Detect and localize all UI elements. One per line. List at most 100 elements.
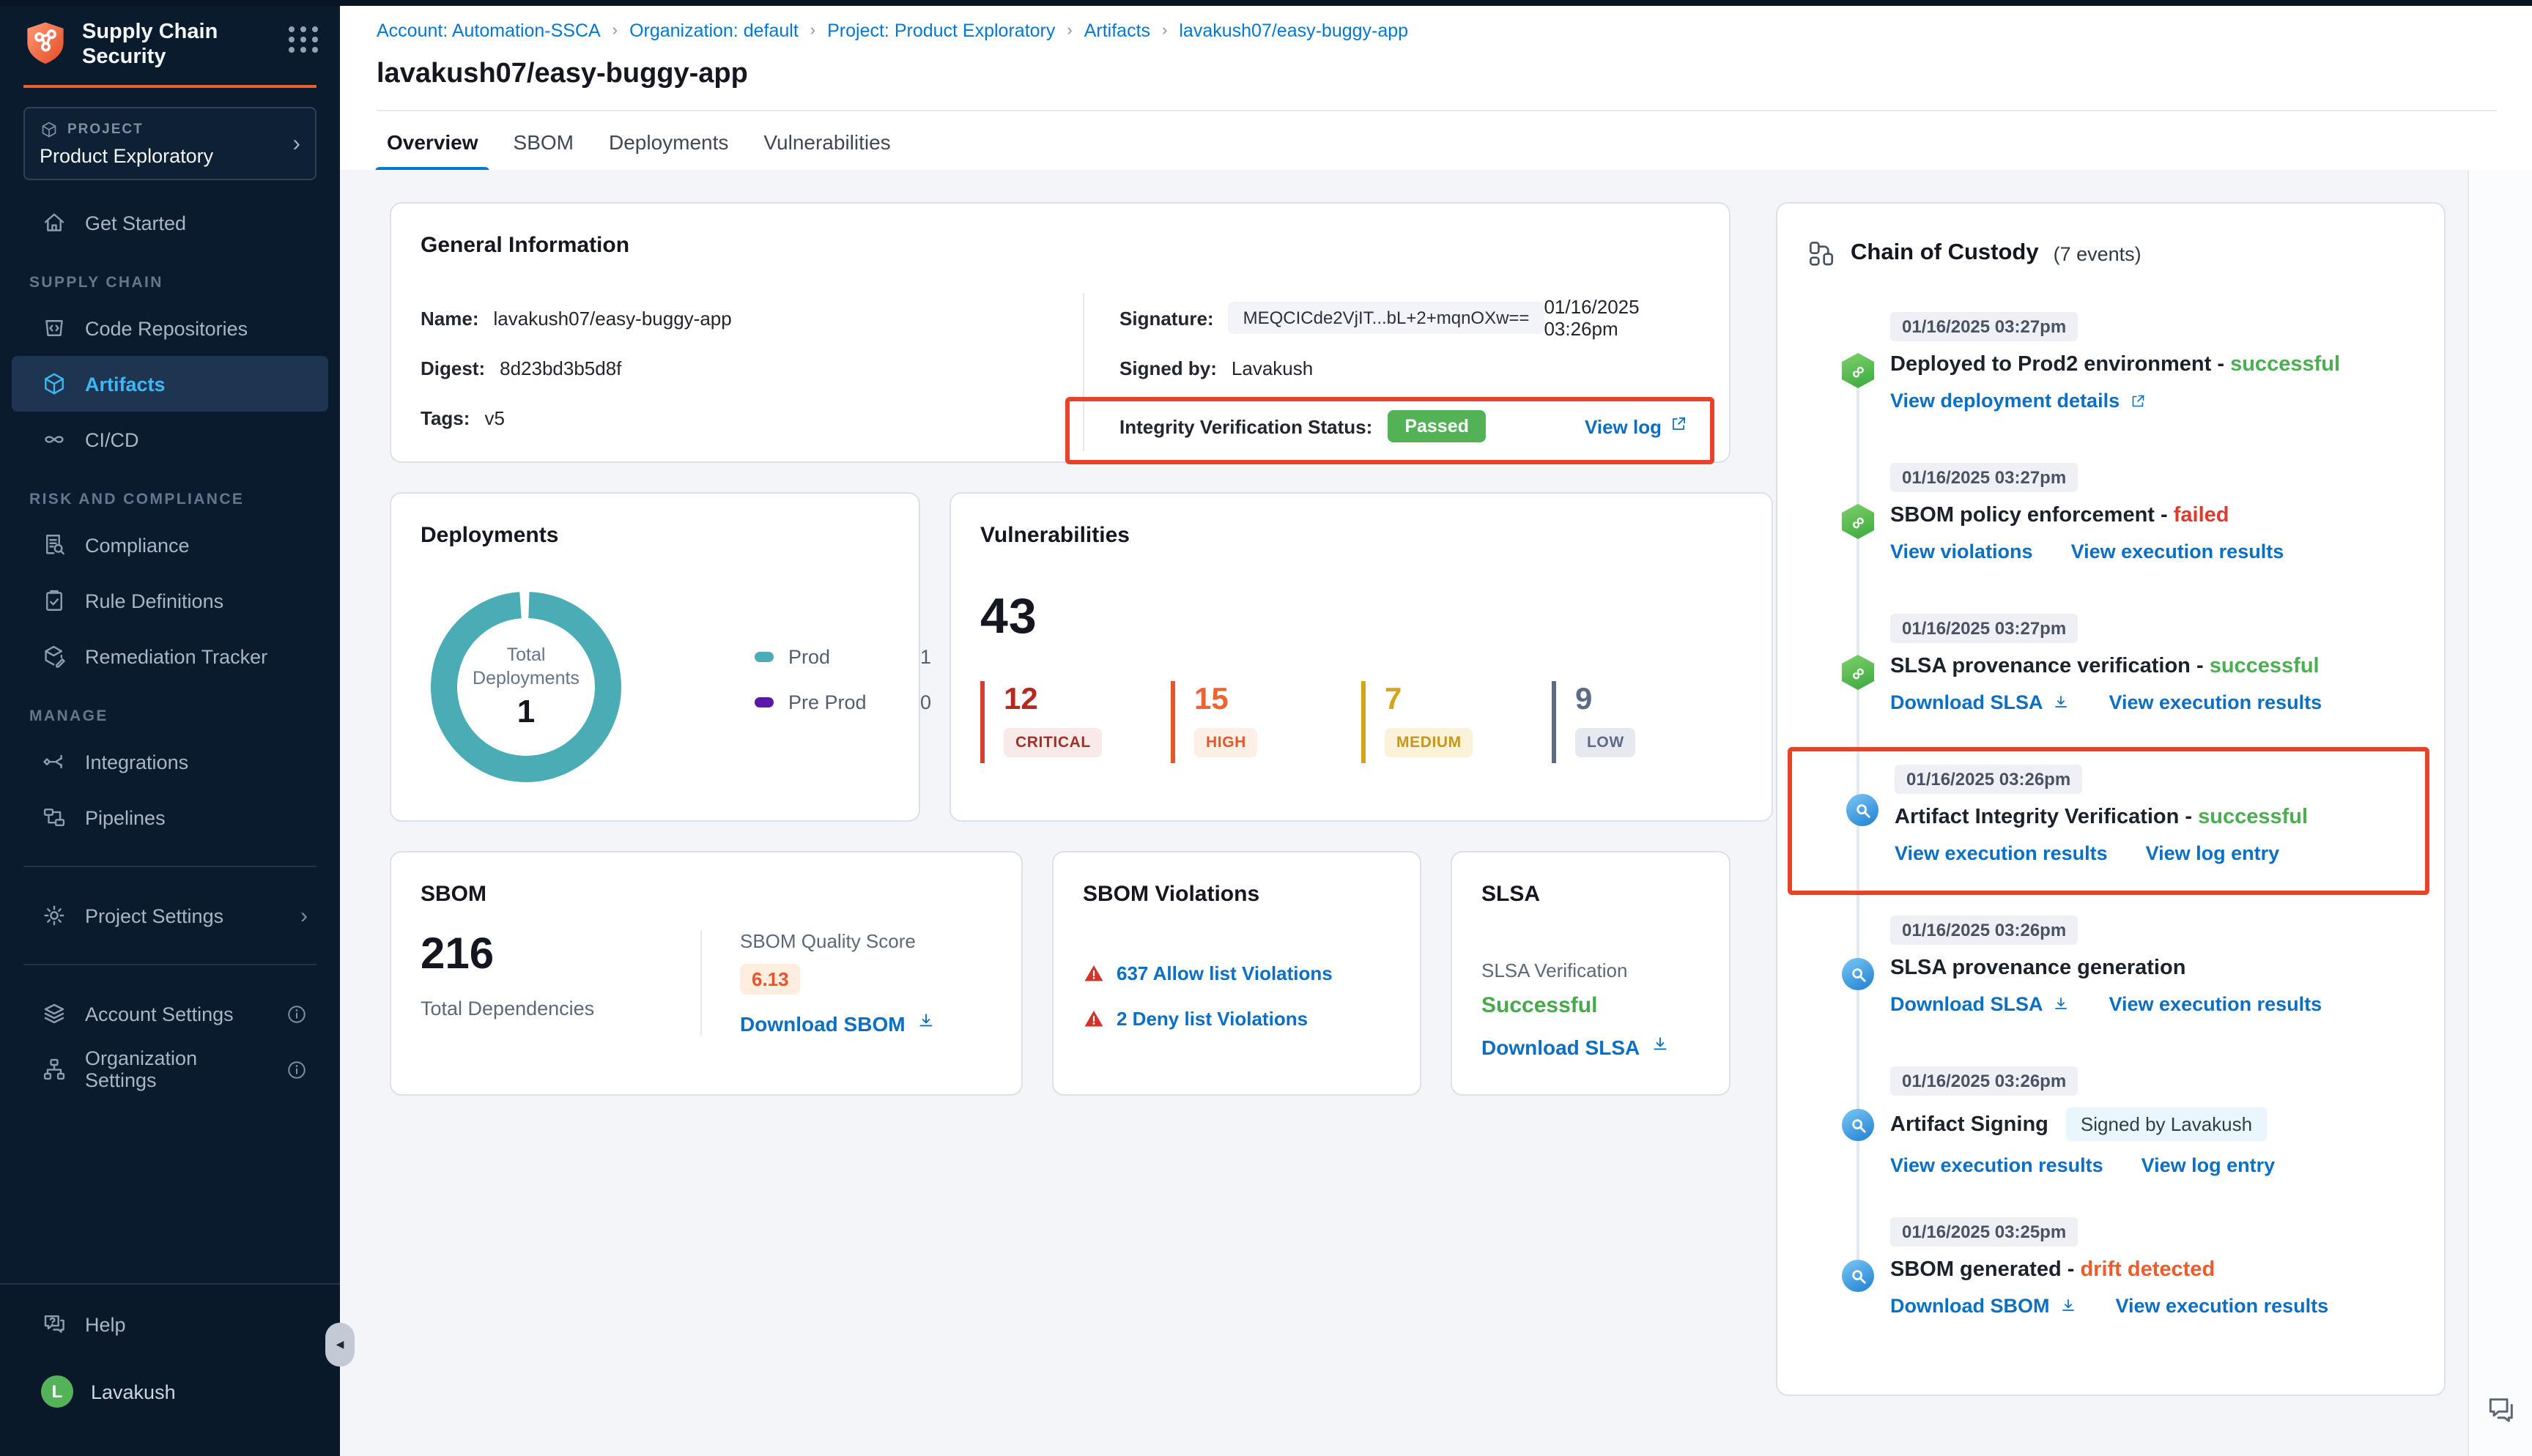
sidebar-item-project-settings[interactable]: Project Settings› [12, 888, 328, 943]
breadcrumb-artifacts[interactable]: Artifacts [1084, 21, 1150, 41]
view-execution-results-link[interactable]: View execution results [2109, 691, 2322, 713]
breadcrumb: Account: Automation-SSCA › Organization: d… [377, 21, 2497, 41]
breadcrumb-lavakush07-easy-buggy-app[interactable]: lavakush07/easy-buggy-app [1179, 21, 1408, 41]
event-status: successful [2198, 806, 2308, 829]
tab-deployments[interactable]: Deployments [609, 111, 728, 171]
view-log-link[interactable]: View log [1585, 415, 1700, 438]
signed-by-badge: Signed by Lavakush [2066, 1107, 2267, 1141]
layers-icon [41, 1000, 67, 1027]
event-status: failed [2174, 504, 2229, 527]
view-violations-link[interactable]: View violations [1890, 541, 2033, 562]
deployments-card: Deployments Total Deployments 1 Prod1Pre… [390, 492, 920, 822]
remediation-icon [41, 643, 67, 669]
support-chat-icon[interactable] [2485, 1393, 2517, 1433]
sidebar-item-get-started[interactable]: Get Started [12, 195, 328, 250]
download-icon [2059, 1296, 2078, 1315]
coc-event-slsa-provenance-verification: 01/16/2025 03:27pm∞SLSA provenance verif… [1807, 614, 2418, 727]
view-execution-results-link[interactable]: View execution results [1895, 842, 2108, 864]
events-timeline: 01/16/2025 03:27pm∞Deployed to Prod2 env… [1807, 312, 2418, 1330]
sbom-total: 216 [421, 930, 700, 980]
view-log-entry-link[interactable]: View log entry [2146, 842, 2280, 864]
sidebar-item-compliance[interactable]: Compliance [12, 517, 328, 573]
download-sbom-link[interactable]: Download SBOM [740, 1011, 936, 1036]
signature-label: Signature: [1119, 307, 1214, 329]
general-information-card: General Information Name:lavakush07/easy… [390, 202, 1730, 463]
event-title: Artifact Integrity Verification [1895, 806, 2179, 829]
download-slsa-link[interactable]: Download SLSA [1890, 691, 2071, 713]
637-allow-list-violations-link[interactable]: 637 Allow list Violations [1083, 962, 1391, 984]
right-gutter [2468, 170, 2532, 1456]
panel-title: Chain of Custody [1851, 240, 2039, 267]
app-root: Supply Chain Security PROJECT Product Ex… [0, 0, 2532, 1456]
legend-label: Prod [788, 646, 882, 668]
severity-count: 7 [1385, 683, 1552, 718]
download-sbom-link[interactable]: Download SBOM [1890, 1295, 2078, 1317]
view-log-entry-link[interactable]: View log entry [2142, 1154, 2276, 1176]
sidebar-item-label: Rule Definitions [85, 590, 223, 612]
breadcrumb-project[interactable]: Project: Product Exploratory [827, 21, 1055, 41]
sidebar-item-account-settings[interactable]: Account Settings [12, 986, 328, 1041]
sidebar-item-artifacts[interactable]: Artifacts [12, 356, 328, 412]
app-title: Supply Chain Security [82, 21, 243, 70]
ssca-module-icon [1842, 1109, 1874, 1141]
coc-event-sbom-policy-enforcement: 01/16/2025 03:27pm∞SBOM policy enforceme… [1807, 463, 2418, 576]
external-link-icon [1669, 415, 1688, 438]
sidebar-item-pipelines[interactable]: Pipelines [12, 790, 328, 845]
event-timestamp: 01/16/2025 03:27pm [1890, 463, 2078, 492]
download-icon [1650, 1034, 1670, 1059]
org-icon [41, 1056, 67, 1082]
page-header: Account: Automation-SSCA › Organization: d… [340, 0, 2532, 111]
project-name: Product Exploratory [40, 145, 300, 167]
sidebar-item-remediation-tracker[interactable]: Remediation Tracker [12, 628, 328, 684]
sbom-card: SBOM 216 Total Dependencies SBOM Quality… [390, 851, 1023, 1096]
event-timestamp: 01/16/2025 03:26pm [1890, 915, 2078, 945]
artifact-name: lavakush07/easy-buggy-app [494, 307, 732, 329]
download-slsa-link[interactable]: Download SLSA [1890, 993, 2071, 1015]
donut-center-label: Total Deployments [460, 643, 592, 690]
sidebar-item-ci-cd[interactable]: CI/CD [12, 412, 328, 467]
sidebar-item-rule-definitions[interactable]: Rule Definitions [12, 573, 328, 628]
sidebar-item-help[interactable]: Help [12, 1296, 328, 1352]
coc-event-artifact-signing: 01/16/2025 03:26pmArtifact SigningSigned… [1807, 1066, 2418, 1179]
project-cube-icon [40, 120, 59, 139]
divider [23, 964, 316, 965]
download-slsa-link[interactable]: Download SLSA [1481, 1034, 1700, 1059]
sidebar-item-label: Account Settings [85, 1003, 234, 1025]
tab-sbom[interactable]: SBOM [514, 111, 574, 171]
2-deny-list-violations-link[interactable]: 2 Deny list Violations [1083, 1008, 1391, 1030]
sidebar: Supply Chain Security PROJECT Product Ex… [0, 0, 340, 1456]
project-label: PROJECT [67, 122, 144, 138]
view-execution-results-link[interactable]: View execution results [1890, 1154, 2103, 1176]
module-grid-icon[interactable] [289, 26, 319, 53]
sidebar-item-label: Artifacts [85, 373, 166, 395]
severity-low: 9LOW [1552, 681, 1742, 763]
clipboard-icon [41, 587, 67, 614]
card-title: Deployments [421, 523, 889, 548]
tab-vulnerabilities[interactable]: Vulnerabilities [763, 111, 890, 171]
nav-section-risk-and-compliance: RISK AND COMPLIANCE [0, 467, 340, 517]
view-execution-results-link[interactable]: View execution results [2071, 541, 2284, 562]
project-selector[interactable]: PROJECT Product Exploratory › [23, 107, 316, 180]
breadcrumb-separator: › [1162, 22, 1167, 40]
chevron-right-icon: › [300, 903, 308, 928]
legend-label: Pre Prod [788, 691, 882, 713]
view-deployment-details-link[interactable]: View deployment details [1890, 390, 2146, 412]
breadcrumb-organization[interactable]: Organization: default [629, 21, 799, 41]
sidebar-collapse-handle[interactable]: ◀ [325, 1323, 355, 1367]
sidebar-item-integrations[interactable]: Integrations [12, 734, 328, 790]
breadcrumb-account[interactable]: Account: Automation-SSCA [377, 21, 601, 41]
sidebar-item-label: Help [85, 1313, 126, 1335]
pipelines-icon [41, 804, 67, 831]
divider [23, 866, 316, 867]
view-execution-results-link[interactable]: View execution results [2116, 1295, 2329, 1317]
event-title: Deployed to Prod2 environment [1890, 353, 2211, 376]
sidebar-item-organization-settings[interactable]: Organization Settings [12, 1041, 328, 1097]
user-menu[interactable]: L Lavakush [12, 1364, 328, 1419]
sidebar-item-code-repositories[interactable]: Code Repositories [12, 300, 328, 356]
sidebar-item-label: Compliance [85, 534, 190, 556]
view-execution-results-link[interactable]: View execution results [2109, 993, 2322, 1015]
sidebar-item-label: Get Started [85, 212, 186, 234]
tab-bar: Overview SBOM Deployments Vulnerabilities [340, 111, 2532, 173]
signature-value: MEQCICde2VjIT...bL+2+mqnOXw== [1229, 302, 1544, 334]
tab-overview[interactable]: Overview [387, 111, 478, 171]
